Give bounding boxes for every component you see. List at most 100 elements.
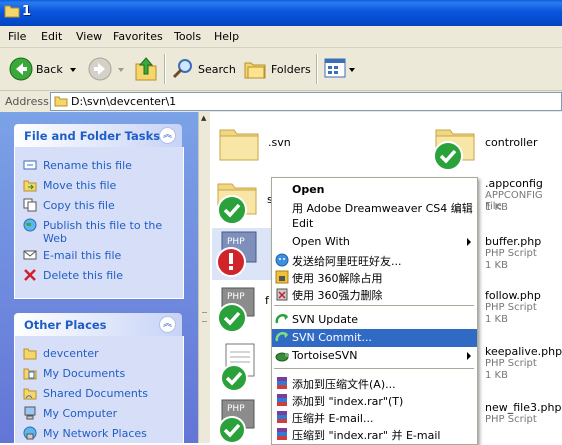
search-label: Search	[198, 63, 236, 76]
winrar-icon	[277, 377, 287, 389]
back-button[interactable]: Back	[6, 53, 84, 85]
folder-icon	[4, 5, 20, 18]
menu-tools[interactable]: Tools	[174, 30, 201, 43]
ctx-dreamweaver-edit[interactable]: 用 Adobe Dreamweaver CS4 编辑	[272, 198, 477, 216]
scroll-up-icon[interactable]: ▲	[201, 114, 208, 123]
address-label: Address	[5, 95, 49, 108]
toolbar-separator	[164, 54, 166, 84]
folder-icon	[219, 129, 259, 161]
file-item-svn[interactable]: .svn	[218, 120, 358, 170]
file-item-partial-folder[interactable]: s	[214, 178, 273, 228]
file-item-php-left[interactable]: PHP f	[212, 286, 272, 336]
file-name: buffer.php	[485, 235, 542, 248]
views-icon[interactable]	[324, 58, 346, 78]
folders-button[interactable]: Folders	[242, 53, 312, 85]
winrar-email-icon	[277, 428, 287, 440]
file-name: .appconfig	[485, 177, 543, 190]
file-type: PHP Script	[485, 358, 537, 369]
collapse-icon[interactable]: ︽	[159, 316, 176, 333]
360-unlock-icon	[275, 270, 289, 284]
ctx-tortoisesvn[interactable]: TortoiseSVN	[272, 347, 477, 365]
menu-separator	[274, 368, 474, 369]
search-icon	[172, 59, 192, 79]
svn-commit-icon	[275, 332, 288, 342]
title-bar: 1	[0, 0, 562, 26]
submenu-arrow-icon	[467, 352, 471, 360]
panel-title: File and Folder Tasks	[24, 129, 161, 143]
file-size: 1 KB	[485, 260, 508, 271]
ctx-svn-update[interactable]: SVN Update	[272, 311, 477, 329]
ctx-edit[interactable]: Edit	[272, 215, 477, 233]
splitter-grip[interactable]	[202, 312, 207, 322]
shared-documents-icon	[23, 388, 37, 400]
aliwangwang-icon	[275, 253, 289, 267]
forward-dropdown-icon[interactable]	[118, 68, 124, 72]
php-svn-ok-icon: PHP	[218, 399, 255, 443]
ctx-compress-email[interactable]: 压缩并 E-mail...	[272, 408, 477, 426]
ctx-open[interactable]: Open	[272, 181, 477, 199]
folders-icon	[244, 62, 266, 79]
file-folder-tasks-panel: Rename this file Move this file Copy thi…	[14, 147, 184, 299]
file-item-selected-php[interactable]: PHP	[212, 228, 272, 280]
folder-icon	[23, 348, 37, 360]
address-input[interactable]: D:\svn\devcenter\1	[50, 92, 562, 111]
file-type: PHP Script	[485, 302, 537, 313]
address-bar: Address D:\svn\devcenter\1	[0, 91, 562, 113]
file-folder-tasks-header[interactable]: File and Folder Tasks ︽	[14, 124, 182, 147]
toolbar-separator	[316, 54, 318, 84]
file-name: new_file3.php	[485, 401, 562, 414]
email-icon	[23, 250, 37, 260]
globe-icon	[23, 218, 37, 232]
other-places-header[interactable]: Other Places ︽	[14, 313, 182, 336]
ctx-send-aliwangwang[interactable]: 发送给阿里旺旺好友...	[272, 251, 477, 269]
up-folder-icon[interactable]	[134, 56, 158, 82]
file-item-doc-left[interactable]	[212, 342, 272, 394]
views-dropdown-icon[interactable]	[349, 68, 355, 72]
menu-view[interactable]: View	[76, 30, 102, 43]
file-name: .svn	[268, 136, 291, 149]
move-icon	[23, 180, 37, 192]
tortoisesvn-icon	[275, 352, 289, 362]
file-name: controller	[485, 136, 538, 149]
file-size: 1 KB	[485, 370, 508, 381]
back-dropdown-icon[interactable]	[70, 68, 76, 72]
svg-text:PHP: PHP	[227, 404, 245, 414]
file-item-controller[interactable]: controller	[432, 120, 562, 176]
menu-edit[interactable]: Edit	[41, 30, 62, 43]
ctx-open-with[interactable]: Open With	[272, 233, 477, 251]
folder-icon	[54, 96, 68, 107]
file-item-php-bottom-left[interactable]: PHP	[212, 398, 272, 443]
my-documents-icon	[23, 368, 37, 380]
winrar-email-icon	[277, 411, 287, 423]
panel-title: Other Places	[24, 318, 107, 332]
file-size: 1 KB	[485, 202, 508, 213]
copy-icon	[23, 198, 37, 212]
search-button[interactable]: Search	[170, 53, 236, 85]
forward-arrow-icon[interactable]	[88, 57, 112, 81]
folder-svn-ok-icon	[217, 183, 257, 225]
ctx-360-force-delete[interactable]: 使用 360强力删除	[272, 285, 477, 303]
menu-favorites[interactable]: Favorites	[113, 30, 163, 43]
other-places-panel: devcenter My Documents Shared Documents …	[14, 336, 184, 444]
ctx-360-unlock[interactable]: 使用 360解除占用	[272, 268, 477, 286]
folders-label: Folders	[271, 63, 311, 76]
task-pane: File and Folder Tasks ︽ Rename this file…	[0, 112, 198, 444]
php-svn-ok-icon: PHP	[217, 287, 255, 333]
ctx-svn-commit[interactable]: SVN Commit...	[272, 329, 477, 347]
ctx-add-to-index-rar[interactable]: 添加到 "index.rar"(T)	[272, 391, 477, 409]
toolbar: Back Search Folders	[0, 48, 562, 91]
folder-svn-ok-icon	[433, 129, 475, 171]
menu-help[interactable]: Help	[214, 30, 239, 43]
ctx-compress-index-rar-email[interactable]: 压缩到 "index.rar" 并 E-mail	[272, 425, 477, 443]
delete-icon	[24, 269, 36, 281]
menu-file[interactable]: File	[8, 30, 26, 43]
back-arrow-icon	[9, 57, 33, 81]
svg-text:PHP: PHP	[227, 292, 245, 302]
ctx-add-to-archive[interactable]: 添加到压缩文件(A)...	[272, 374, 477, 392]
menu-separator	[274, 305, 474, 306]
collapse-icon[interactable]: ︽	[159, 127, 176, 144]
file-name: keepalive.php	[485, 345, 562, 358]
window-title: 1	[22, 4, 32, 19]
file-size: 1 KB	[485, 314, 508, 325]
file-type: PHP Script	[485, 414, 537, 425]
